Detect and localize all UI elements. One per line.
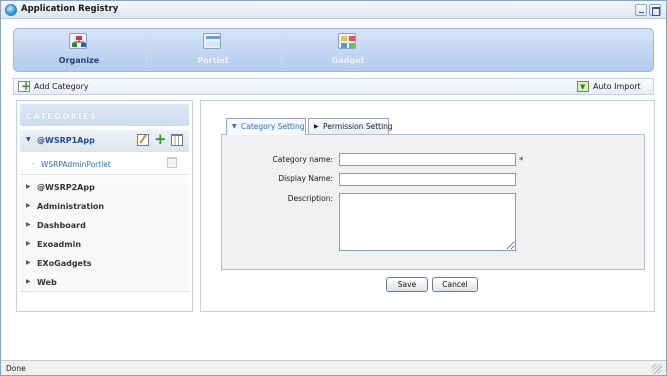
category-form-panel: ▼ Category Setting ▶ Permission Setting … xyxy=(200,100,655,312)
category-label: @WSRP2App xyxy=(37,183,95,192)
tree-dash: - xyxy=(32,159,35,168)
import-icon xyxy=(577,81,589,92)
nav-organize-label: Organize xyxy=(58,56,100,65)
resize-grip[interactable] xyxy=(652,364,662,374)
category-item-exoadmin[interactable]: ▶ Exoadmin xyxy=(20,234,189,254)
category-item-dashboard[interactable]: ▶ Dashboard xyxy=(20,215,189,235)
display-name-input[interactable] xyxy=(339,173,516,186)
tab-permission-setting[interactable]: ▶ Permission Setting xyxy=(308,118,393,134)
categories-header: CATEGORIES xyxy=(20,104,189,126)
auto-import-button[interactable]: Auto Import xyxy=(577,81,652,93)
auto-import-label: Auto Import xyxy=(593,82,641,91)
display-name-label: Display Name: xyxy=(278,174,333,183)
collapsed-arrow-icon: ▶ xyxy=(26,183,31,190)
cancel-button[interactable]: Cancel xyxy=(432,277,478,292)
category-label: Administration xyxy=(37,202,105,211)
categories-title: CATEGORIES xyxy=(26,112,98,121)
tab-category-setting[interactable]: ▼ Category Setting xyxy=(226,118,306,135)
category-label: EXoGadgets xyxy=(37,259,92,268)
tab-label: Category Setting xyxy=(241,122,305,131)
category-setting-form: Category name: * Display Name: Descripti… xyxy=(221,134,645,270)
category-label: Web xyxy=(37,278,57,287)
category-label: Exoadmin xyxy=(37,240,82,249)
category-item-wsrp2app[interactable]: ▶ @WSRP2App xyxy=(20,177,189,197)
nav-portlet[interactable]: Portlet xyxy=(148,29,278,71)
portlet-item-wsrpadminportlet[interactable]: - WSRPAdminPortlet xyxy=(20,153,189,175)
category-item-administration[interactable]: ▶ Administration xyxy=(20,196,189,216)
collapsed-arrow-icon: ▶ xyxy=(26,278,31,285)
required-marker: * xyxy=(519,156,524,166)
add-application-icon[interactable] xyxy=(154,130,167,148)
category-item-web[interactable]: ▶ Web xyxy=(20,272,189,292)
tab-label: Permission Setting xyxy=(323,122,393,131)
edit-category-icon[interactable] xyxy=(137,134,149,146)
nav-portlet-label: Portlet xyxy=(197,56,229,65)
save-button[interactable]: Save xyxy=(386,277,428,292)
delete-category-icon[interactable] xyxy=(171,134,183,146)
add-category-button[interactable]: Add Category xyxy=(18,79,118,93)
nav-divider xyxy=(281,35,282,65)
portlet-icon xyxy=(203,33,221,49)
expanded-arrow-icon: ▼ xyxy=(26,136,31,143)
window-title: Application Registry xyxy=(21,4,119,14)
top-navigation: Organize Portlet Gadget xyxy=(13,28,654,72)
nav-gadget[interactable]: Gadget xyxy=(283,29,413,71)
description-label: Description: xyxy=(287,194,333,203)
status-bar: Done xyxy=(1,360,666,375)
portlet-label: WSRPAdminPortlet xyxy=(41,160,111,169)
category-item-wsrp1app[interactable]: ▼ @WSRP1App xyxy=(20,130,189,152)
categories-panel: CATEGORIES ▼ @WSRP1App - WSRPAdminPortle… xyxy=(16,100,193,312)
category-item-exogadgets[interactable]: ▶ EXoGadgets xyxy=(20,253,189,273)
action-bar: Add Category Auto Import xyxy=(13,78,654,95)
minimize-button[interactable] xyxy=(635,4,647,16)
maximize-button[interactable] xyxy=(649,4,661,16)
app-globe-icon xyxy=(5,4,17,16)
collapsed-arrow-icon: ▶ xyxy=(26,240,31,247)
nav-gadget-label: Gadget xyxy=(331,56,365,65)
nav-divider xyxy=(146,35,147,65)
gadget-icon xyxy=(338,33,356,49)
application-window: Application Registry Organize Portlet Ga… xyxy=(0,0,667,376)
organize-icon xyxy=(69,33,87,49)
tab-arrow-icon: ▼ xyxy=(232,123,237,130)
add-category-label: Add Category xyxy=(34,82,89,91)
category-name-label: Category name: xyxy=(272,155,333,164)
delete-portlet-icon[interactable] xyxy=(167,157,177,168)
category-label: @WSRP1App xyxy=(37,136,95,145)
category-label: Dashboard xyxy=(37,221,86,230)
category-name-input[interactable] xyxy=(339,153,516,166)
title-bar: Application Registry xyxy=(1,1,666,19)
collapsed-arrow-icon: ▶ xyxy=(26,259,31,266)
tab-arrow-icon: ▶ xyxy=(314,123,319,130)
collapsed-arrow-icon: ▶ xyxy=(26,221,31,228)
description-textarea[interactable] xyxy=(339,193,516,251)
status-text: Done xyxy=(6,364,26,373)
nav-organize[interactable]: Organize xyxy=(14,29,144,71)
collapsed-arrow-icon: ▶ xyxy=(26,202,31,209)
add-category-icon xyxy=(18,79,31,93)
